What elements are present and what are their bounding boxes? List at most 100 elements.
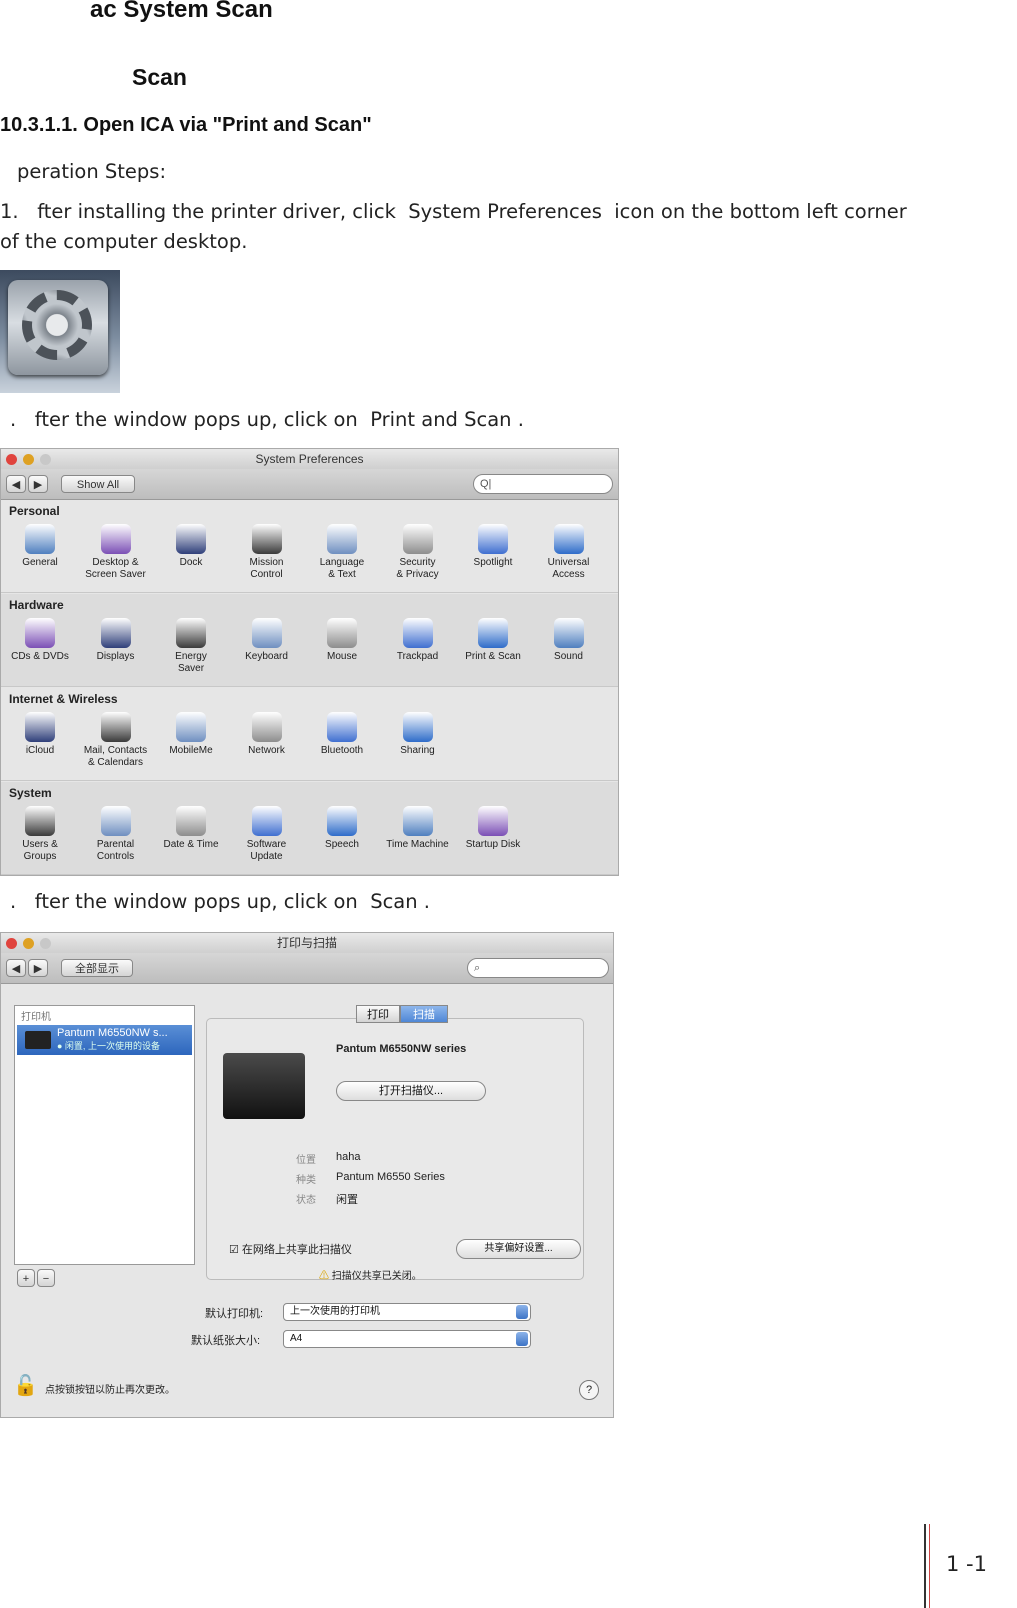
pref-icon bbox=[553, 524, 584, 554]
pref-icon bbox=[478, 524, 508, 554]
pref-icon bbox=[327, 618, 357, 648]
pref-section: Hardware CDs & DVDs Displays Energy Saver Ke… bbox=[1, 594, 618, 687]
minimize-button[interactable] bbox=[23, 938, 34, 949]
step1-text-cont: of the computer desktop. bbox=[0, 230, 248, 253]
pref-item[interactable]: Desktop & Screen Saver bbox=[79, 524, 153, 581]
pref-icon bbox=[327, 806, 357, 836]
pref-item-label: General bbox=[22, 557, 58, 568]
operation-steps-label: peration Steps: bbox=[17, 160, 167, 183]
share-scanner-checkbox[interactable]: ☑ 在网络上共享此扫描仪 bbox=[229, 1241, 352, 1257]
sub-heading: Scan bbox=[132, 64, 187, 90]
pref-item[interactable]: Universal Access bbox=[532, 524, 606, 581]
lock-icon[interactable]: 🔓 bbox=[13, 1373, 38, 1398]
tab-print[interactable]: 打印 bbox=[356, 1005, 400, 1023]
warning-icon: ⚠ bbox=[319, 1271, 329, 1282]
pref-item-label: Parental Controls bbox=[96, 839, 135, 862]
pref-item[interactable]: Software Update bbox=[230, 806, 304, 863]
status-value: 闲置 bbox=[336, 1194, 358, 1206]
pref-item[interactable]: Network bbox=[230, 712, 304, 757]
pref-item[interactable]: Displays bbox=[79, 618, 153, 663]
add-printer-button[interactable]: + bbox=[17, 1269, 35, 1287]
pref-item-label: Sound bbox=[554, 651, 583, 662]
pref-item-label: Trackpad bbox=[396, 651, 439, 662]
pref-icon bbox=[100, 806, 131, 836]
printer-list-item[interactable]: Pantum M6550NW s... ● 闲置, 上一次使用的设备 bbox=[17, 1025, 192, 1055]
pref-icon bbox=[176, 712, 206, 742]
pref-item[interactable]: Energy Saver bbox=[154, 618, 228, 675]
pref-item-label: Time Machine bbox=[386, 839, 449, 850]
pref-item[interactable]: Speech bbox=[305, 806, 379, 851]
pref-item[interactable]: Mail, Contacts & Calendars bbox=[79, 712, 153, 769]
back-button[interactable]: ◀ bbox=[6, 475, 26, 493]
pref-icon bbox=[327, 712, 357, 742]
pref-item[interactable]: Date & Time bbox=[154, 806, 228, 851]
minimize-button[interactable] bbox=[23, 454, 34, 465]
printer-name: Pantum M6550NW s... bbox=[57, 1027, 168, 1039]
close-button[interactable] bbox=[6, 938, 17, 949]
pref-item[interactable]: MobileMe bbox=[154, 712, 228, 757]
pref-item[interactable]: Dock bbox=[154, 524, 228, 569]
sharing-off-text: 扫描仪共享已关闭。 bbox=[331, 1271, 422, 1282]
pref-item[interactable]: Time Machine bbox=[381, 806, 455, 851]
help-button[interactable]: ? bbox=[579, 1380, 599, 1400]
gear-icon bbox=[22, 290, 92, 360]
default-printer-value: 上一次使用的打印机 bbox=[290, 1306, 380, 1317]
sharing-preferences-button[interactable]: 共享偏好设置... bbox=[456, 1239, 581, 1259]
remove-printer-button[interactable]: − bbox=[37, 1269, 55, 1287]
pref-icon bbox=[251, 524, 282, 554]
print-scan-window: 打印与扫描 ◀ ▶ 全部显示 ⌕ 打印机 Pantum M6550NW s...… bbox=[0, 932, 614, 1418]
pref-section: System Users & Groups Parental Controls Dat… bbox=[1, 782, 618, 875]
open-scanner-button[interactable]: 打开扫描仪... bbox=[336, 1081, 486, 1101]
system-preferences-icon[interactable] bbox=[0, 270, 120, 393]
forward-button[interactable]: ▶ bbox=[28, 475, 48, 493]
pref-icon bbox=[100, 524, 131, 554]
kind-label: 种类 bbox=[296, 1175, 316, 1186]
pref-item[interactable]: Users & Groups bbox=[3, 806, 77, 863]
show-all-button[interactable]: 全部显示 bbox=[61, 959, 133, 977]
back-button[interactable]: ◀ bbox=[6, 959, 26, 977]
default-paper-select[interactable]: A4 bbox=[283, 1330, 531, 1348]
pref-item[interactable]: General bbox=[3, 524, 77, 569]
pref-item[interactable]: Security & Privacy bbox=[381, 524, 455, 581]
zoom-button[interactable] bbox=[40, 938, 51, 949]
pref-icon bbox=[402, 712, 433, 742]
window-title: System Preferences bbox=[255, 452, 364, 466]
lock-note: 点按锁按钮以防止再次更改。 bbox=[45, 1385, 175, 1396]
pref-icon bbox=[25, 712, 55, 742]
show-all-button[interactable]: Show All bbox=[61, 475, 135, 493]
pref-item[interactable]: Print & Scan bbox=[456, 618, 530, 663]
zoom-button[interactable] bbox=[40, 454, 51, 465]
pref-item[interactable]: Mission Control bbox=[230, 524, 304, 581]
pref-item[interactable]: Language & Text bbox=[305, 524, 379, 581]
pref-item[interactable]: Parental Controls bbox=[79, 806, 153, 863]
step1-text: 1. fter installing the printer driver, c… bbox=[0, 200, 907, 223]
pref-item[interactable]: iCloud bbox=[3, 712, 77, 757]
tab-scan[interactable]: 扫描 bbox=[400, 1005, 448, 1023]
pref-icon bbox=[25, 806, 55, 836]
default-printer-select[interactable]: 上一次使用的打印机 bbox=[283, 1303, 531, 1321]
pref-item[interactable]: Startup Disk bbox=[456, 806, 530, 851]
page-number: 1 -1 bbox=[946, 1552, 987, 1576]
pref-item[interactable]: Trackpad bbox=[381, 618, 455, 663]
pref-item-label: Language & Text bbox=[319, 557, 365, 580]
pref-item[interactable]: Sharing bbox=[381, 712, 455, 757]
printer-list[interactable]: 打印机 Pantum M6550NW s... ● 闲置, 上一次使用的设备 bbox=[14, 1005, 195, 1265]
pref-item[interactable]: CDs & DVDs bbox=[3, 618, 77, 663]
close-button[interactable] bbox=[6, 454, 17, 465]
pref-item[interactable]: Bluetooth bbox=[305, 712, 379, 757]
pref-item-label: Network bbox=[248, 745, 285, 756]
pref-item[interactable]: Keyboard bbox=[230, 618, 304, 663]
search-input[interactable]: Q| bbox=[473, 474, 613, 494]
pref-item-label: CDs & DVDs bbox=[11, 651, 69, 662]
pref-item[interactable]: Spotlight bbox=[456, 524, 530, 569]
default-paper-value: A4 bbox=[290, 1333, 303, 1344]
location-value: haha bbox=[336, 1151, 361, 1163]
forward-button[interactable]: ▶ bbox=[28, 959, 48, 977]
pref-item-label: Mission Control bbox=[249, 557, 284, 580]
pref-item-label: Mouse bbox=[326, 651, 357, 662]
pref-item[interactable]: Sound bbox=[532, 618, 606, 663]
pref-item[interactable]: Mouse bbox=[305, 618, 379, 663]
pref-icon bbox=[100, 712, 131, 742]
pref-icon bbox=[402, 618, 433, 648]
search-input[interactable]: ⌕ bbox=[467, 958, 609, 978]
